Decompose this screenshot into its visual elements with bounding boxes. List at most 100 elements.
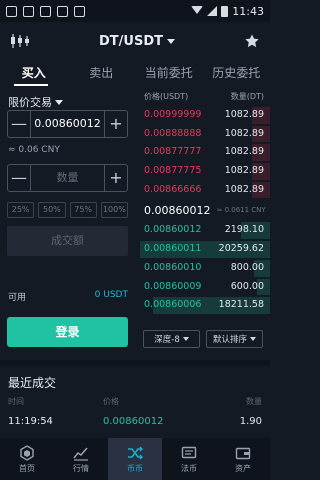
price-decrease-button[interactable]: —: [8, 111, 30, 137]
notification-icon: [6, 5, 17, 17]
quantity-stepper: — 数量 +: [7, 164, 128, 192]
ask-quantity: 1082.89: [224, 127, 264, 139]
amount-field[interactable]: 成交额: [7, 226, 128, 256]
star-icon[interactable]: [244, 33, 260, 49]
chevron-down-icon: [55, 99, 63, 105]
bid-row[interactable]: 0.00860011 20259.62: [140, 240, 270, 259]
sort-selector-label: 默认排序: [212, 335, 247, 345]
nav-home[interactable]: 首页: [0, 438, 54, 480]
home-icon: [20, 444, 34, 461]
price-increase-button[interactable]: +: [105, 111, 127, 137]
order-type-selector[interactable]: 限价交易: [8, 94, 63, 110]
section-divider: [0, 360, 270, 366]
header: DT/USDT: [0, 22, 270, 60]
nav-label: 首页: [19, 463, 35, 473]
last-price: 0.00860012: [144, 203, 211, 217]
percent-100-button[interactable]: 100%: [100, 202, 128, 218]
ask-quantity: 1082.89: [224, 109, 264, 120]
bid-price: 0.00860011: [144, 243, 202, 255]
trade-amount: 1.90: [239, 416, 262, 427]
ask-quantity: 1082.89: [224, 165, 264, 177]
pair-title: DT/USDT: [99, 33, 163, 49]
order-type-label: 限价交易: [8, 96, 52, 109]
trade-row: 11:19:54 0.00860012 1.90: [0, 416, 270, 427]
price-column-header: 价格(USDT): [144, 92, 189, 101]
notification-icon: [74, 5, 85, 17]
tab-sell[interactable]: 卖出: [68, 62, 136, 86]
login-button[interactable]: 登录: [7, 317, 128, 347]
market-chart-icon: [73, 447, 88, 461]
ask-price: 0.00999999: [144, 109, 202, 120]
order-book-header: 价格(USDT) 数量(DT): [140, 88, 270, 106]
ask-row[interactable]: 0.00877777 1082.89: [140, 143, 270, 162]
signal-icon: [207, 6, 218, 16]
nav-assets[interactable]: 资产: [216, 438, 270, 480]
trade-price: 0.00860012: [103, 416, 164, 427]
tab-order-history[interactable]: 历史委托: [203, 62, 271, 86]
nav-market[interactable]: 行情: [54, 438, 108, 480]
sort-selector[interactable]: 默认排序: [206, 330, 263, 348]
kline-chart-icon[interactable]: [10, 33, 30, 49]
quantity-increase-button[interactable]: +: [105, 165, 127, 191]
ask-row[interactable]: 0.00888888 1082.89: [140, 125, 270, 144]
percent-buttons: 25% 50% 75% 100%: [7, 202, 128, 218]
bid-row[interactable]: 0.00860012 2198.10: [140, 221, 270, 240]
available-value: 0 USDT: [94, 290, 128, 300]
ask-price: 0.00866666: [144, 183, 202, 195]
tab-active-indicator: [14, 84, 48, 86]
battery-icon: [221, 5, 229, 17]
nav-label: 行情: [73, 463, 89, 473]
pair-selector[interactable]: DT/USDT: [30, 34, 244, 49]
bid-row[interactable]: 0.00860010 800.00: [140, 259, 270, 278]
quantity-decrease-button[interactable]: —: [8, 165, 30, 191]
nav-label: 法币: [181, 463, 197, 473]
ask-price: 0.00888888: [144, 127, 202, 139]
percent-50-button[interactable]: 50%: [38, 202, 66, 218]
available-label: 可用: [8, 293, 27, 303]
exchange-icon: [128, 446, 143, 459]
quantity-input[interactable]: 数量: [30, 165, 105, 191]
tab-open-orders[interactable]: 当前委托: [135, 62, 203, 86]
quantity-column-header: 数量(DT): [230, 92, 264, 101]
chevron-down-icon: [182, 337, 189, 341]
chevron-down-icon: [250, 337, 256, 341]
ask-row[interactable]: 0.00866666 1082.89: [140, 181, 270, 200]
bottom-nav: 首页 行情 币币 法币 资产: [0, 438, 270, 480]
wallet-icon: [235, 447, 251, 459]
price-cny-estimate: ≈ 0.06 CNY: [8, 145, 60, 155]
ask-price: 0.00877775: [144, 165, 202, 177]
bid-quantity: 18211.58: [218, 299, 264, 311]
percent-25-button[interactable]: 25%: [7, 202, 35, 218]
ask-row[interactable]: 0.00877775 1082.89: [140, 162, 270, 181]
amount-column-header: 数量: [246, 397, 262, 406]
trade-tabs: 买入 卖出 当前委托 历史委托: [0, 62, 270, 86]
bid-quantity: 20259.62: [218, 243, 264, 255]
bid-quantity: 2198.10: [224, 224, 264, 236]
bid-price: 0.00860012: [144, 224, 202, 236]
status-time: 11:43: [232, 4, 264, 18]
nav-fiat[interactable]: 法币: [162, 438, 216, 480]
price-stepper: — 0.00860012 +: [7, 110, 128, 138]
price-column-header: 价格: [103, 397, 119, 406]
nav-label: 资产: [235, 463, 251, 473]
notification-icon: [40, 5, 51, 17]
status-bar: 11:43: [0, 0, 270, 22]
nav-exchange[interactable]: 币币: [108, 438, 162, 480]
depth-selector[interactable]: 深度-8: [143, 330, 200, 348]
bid-row[interactable]: 0.00860009 600.00: [140, 278, 270, 297]
price-input[interactable]: 0.00860012: [30, 111, 105, 137]
ask-row[interactable]: 0.00999999 1082.89: [140, 106, 270, 125]
wifi-icon: [191, 6, 204, 16]
recent-trades-title: 最近成交: [8, 376, 57, 390]
bid-row[interactable]: 0.00860006 18211.58: [140, 296, 270, 315]
nav-label: 币币: [127, 463, 143, 473]
ask-quantity: 1082.89: [224, 146, 264, 158]
recent-trades-header: 时间 价格 数量: [0, 396, 270, 407]
tab-buy[interactable]: 买入: [0, 62, 68, 86]
bid-quantity: 800.00: [230, 261, 264, 273]
notification-icon: [57, 5, 68, 17]
ask-quantity: 1082.89: [224, 183, 264, 195]
percent-75-button[interactable]: 75%: [69, 202, 97, 218]
time-column-header: 时间: [8, 397, 24, 406]
depth-selector-label: 深度-8: [154, 335, 180, 345]
